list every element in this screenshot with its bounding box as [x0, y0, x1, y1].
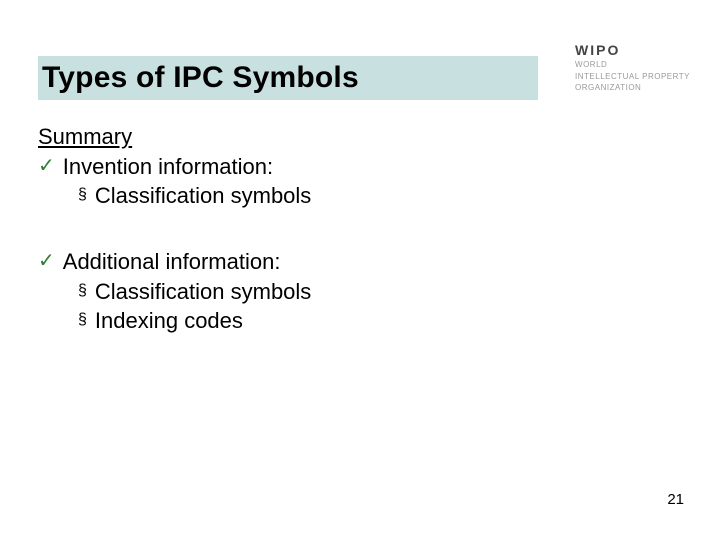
section1-item1: § Classification symbols — [78, 181, 311, 211]
section1-row: ✓ Invention information: — [38, 152, 311, 182]
square-bullet-icon: § — [78, 181, 87, 208]
logo-main-text: WIPO — [575, 42, 690, 58]
check-icon: ✓ — [38, 247, 55, 275]
section2-item2: § Indexing codes — [78, 306, 311, 336]
square-bullet-icon: § — [78, 306, 87, 333]
page-number: 21 — [667, 491, 684, 508]
slide-title: Types of IPC Symbols — [38, 61, 359, 95]
wipo-logo: WIPO WORLD INTELLECTUAL PROPERTY ORGANIZ… — [575, 42, 690, 93]
section2-heading: Additional information: — [63, 247, 281, 277]
section2-item1: § Classification symbols — [78, 277, 311, 307]
section1-heading: Invention information: — [63, 152, 273, 182]
slide-title-bar: Types of IPC Symbols — [38, 56, 538, 100]
summary-heading: Summary — [38, 122, 311, 152]
section2-item2-text: Indexing codes — [95, 306, 243, 336]
logo-sub-line1: WORLD — [575, 60, 690, 70]
section2-item1-text: Classification symbols — [95, 277, 311, 307]
section1-item1-text: Classification symbols — [95, 181, 311, 211]
square-bullet-icon: § — [78, 277, 87, 304]
slide-content: Summary ✓ Invention information: § Class… — [38, 122, 311, 336]
section2-row: ✓ Additional information: — [38, 247, 311, 277]
logo-sub-line3: ORGANIZATION — [575, 83, 690, 93]
logo-sub-line2: INTELLECTUAL PROPERTY — [575, 72, 690, 82]
check-icon: ✓ — [38, 152, 55, 180]
